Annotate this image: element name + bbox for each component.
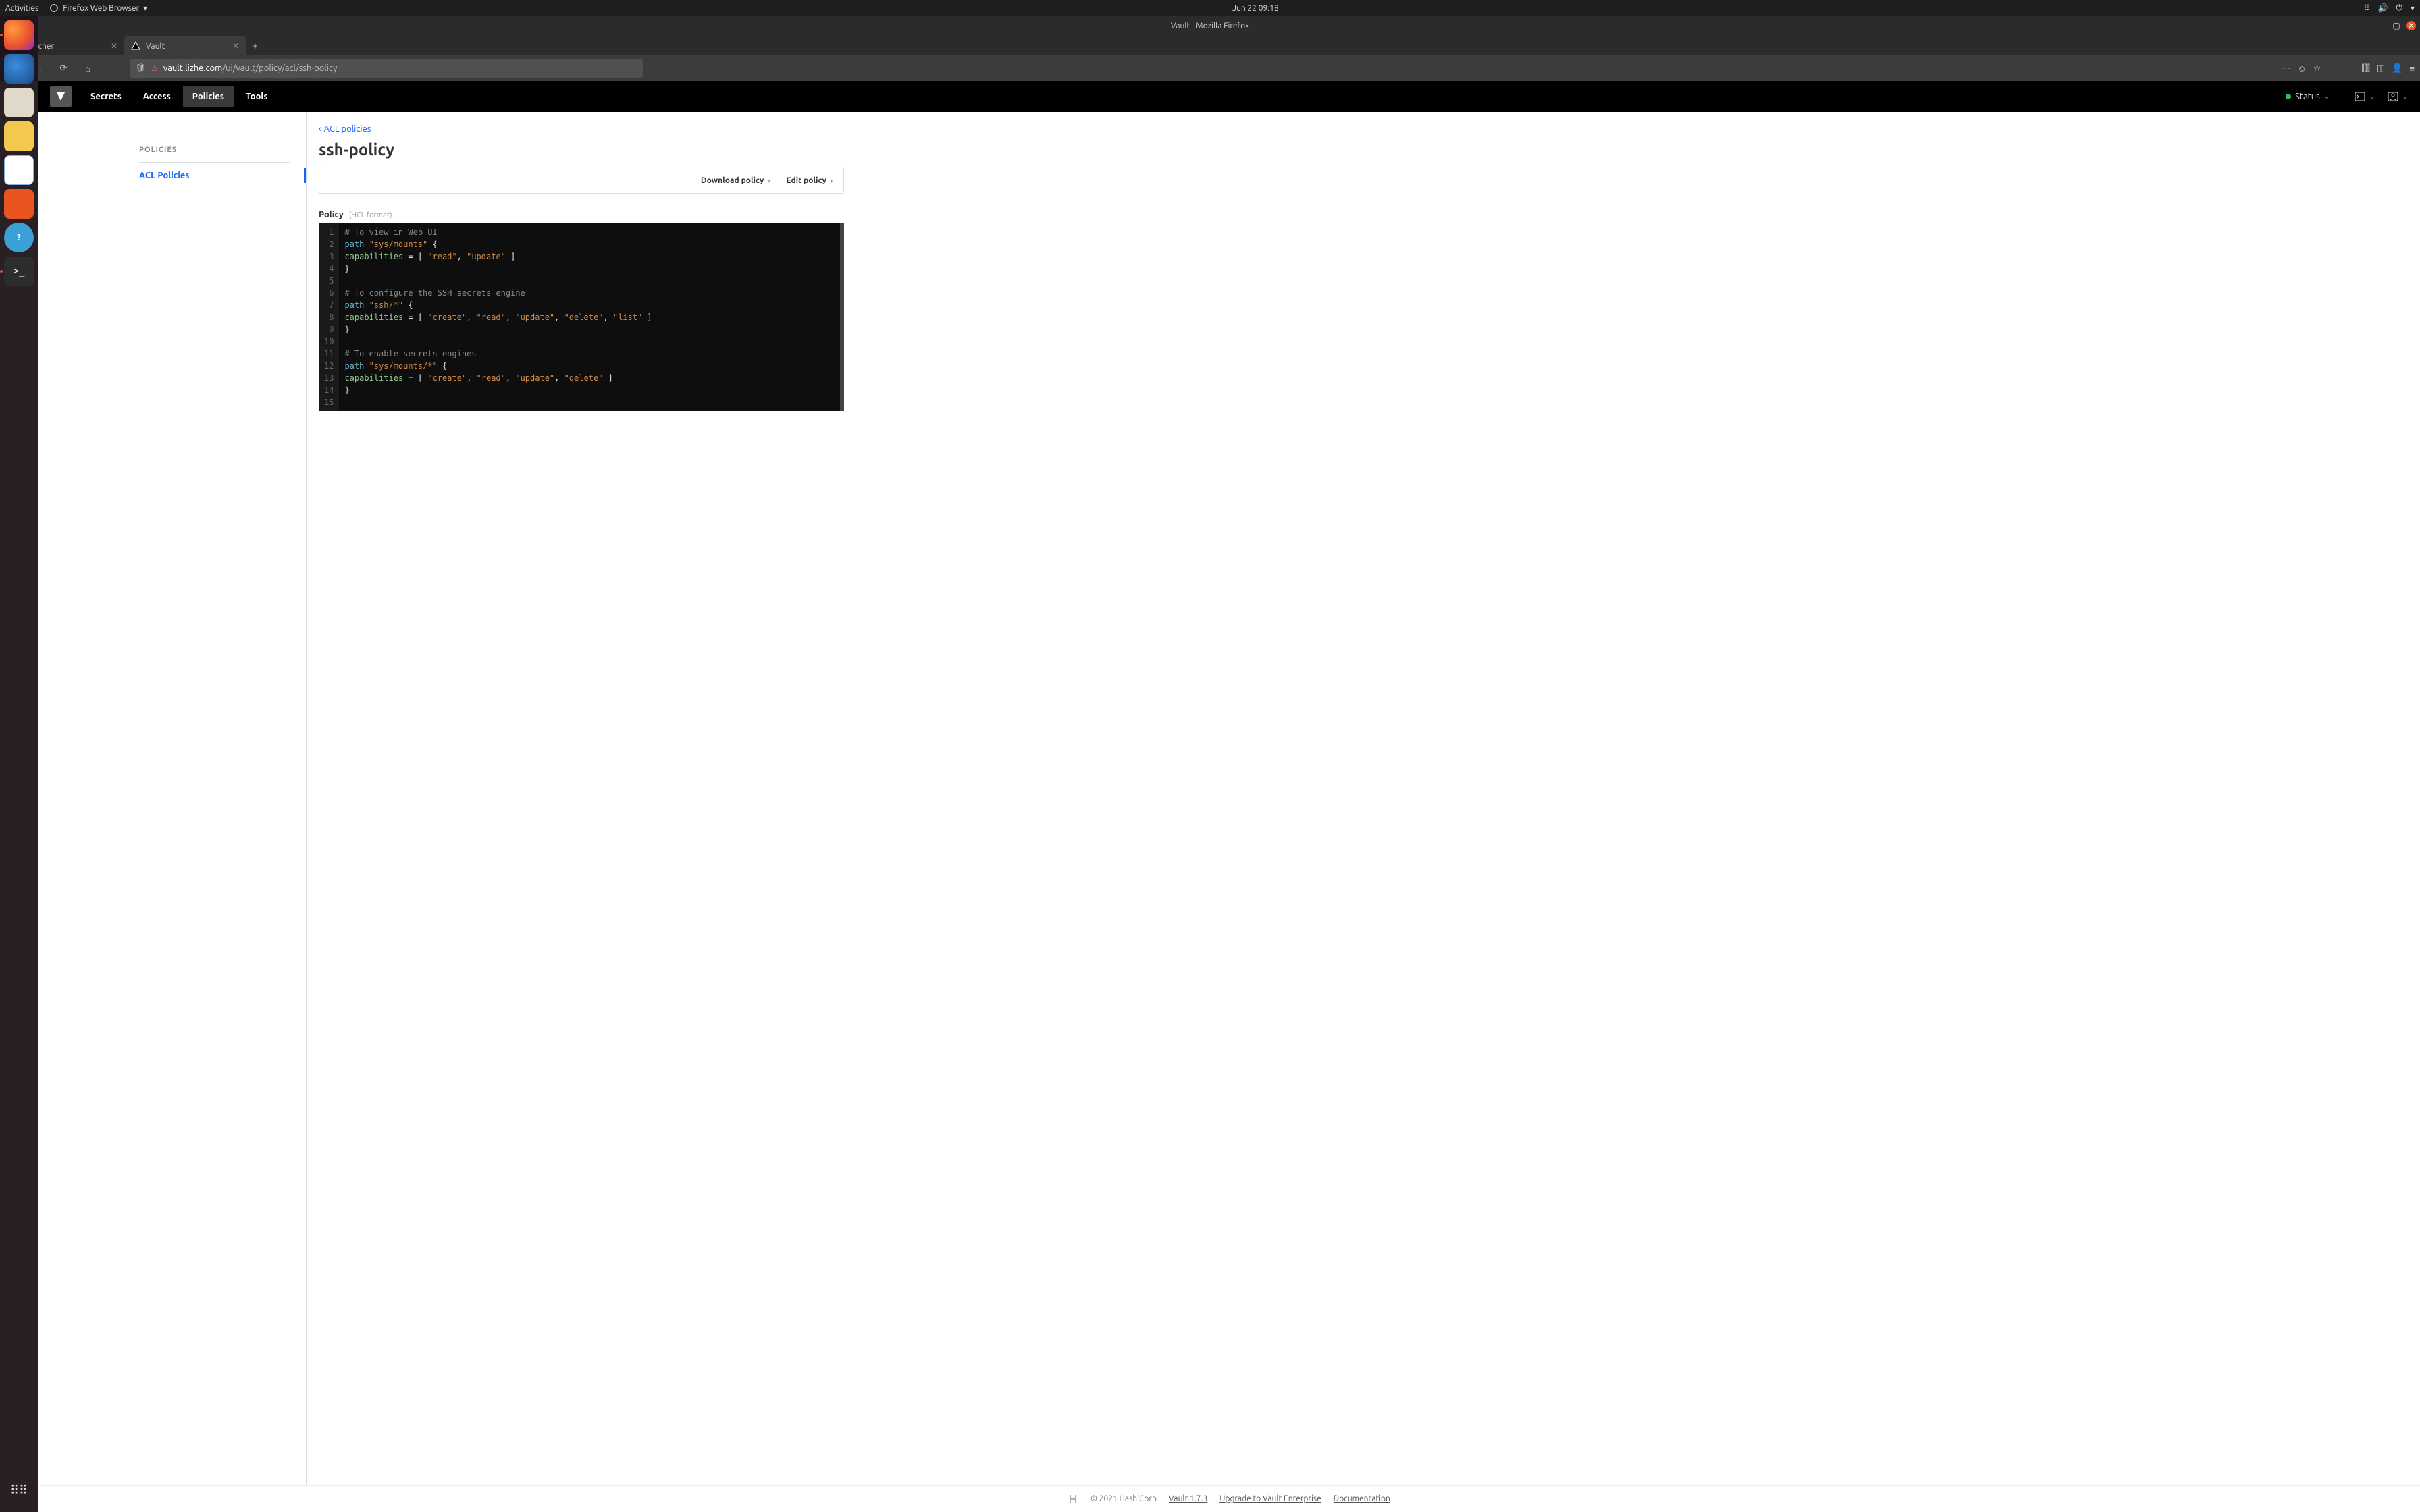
sidebar-title: POLICIES [139, 146, 290, 163]
footer: © 2021 HashiCorp Vault 1.7.3 Upgrade to … [38, 1485, 2420, 1512]
home-button[interactable]: ⌂ [78, 59, 97, 78]
nav-tools[interactable]: Tools [236, 86, 278, 107]
docs-link[interactable]: Documentation [1334, 1494, 1390, 1503]
url-bar[interactable]: 🛡 ⚠ vault.lizhe.com/ui/vault/policy/acl/… [130, 59, 643, 78]
vault-icon [131, 41, 140, 51]
firefox-titlebar: Vault - Mozilla Firefox — ▢ ✕ [0, 16, 2420, 35]
reader-icon[interactable]: ☺ [2298, 63, 2307, 74]
status-label: Status [2295, 92, 2320, 101]
content: ‹ ACL policies ssh-policy Download polic… [307, 112, 2420, 1485]
tab-vault[interactable]: Vault ✕ [124, 36, 246, 55]
new-tab-button[interactable]: + [246, 36, 265, 55]
status-dot-icon [2286, 94, 2291, 99]
terminal-icon [2355, 92, 2365, 101]
chevron-down-icon[interactable]: ▾ [2411, 3, 2415, 13]
security-icon[interactable]: ⚠ [151, 64, 158, 73]
library-icon[interactable]: ⫿⫿⫿ [2361, 63, 2369, 74]
tab-strip: Rancher ✕ Vault ✕ + [0, 35, 2420, 55]
status-dropdown[interactable]: Status ⌄ [2286, 92, 2330, 101]
reload-button[interactable]: ⟳ [54, 59, 73, 78]
dock-files[interactable] [4, 88, 34, 117]
dock-writer[interactable] [4, 155, 34, 185]
copyright: © 2021 HashiCorp [1090, 1494, 1157, 1503]
maximize-button[interactable]: ▢ [2392, 21, 2401, 30]
url-path: /ui/vault/policy/acl/ssh-policy [222, 63, 337, 73]
dock-terminal[interactable]: >_ [4, 256, 34, 286]
activities-button[interactable]: Activities [5, 4, 38, 13]
window-title: Vault - Mozilla Firefox [1171, 22, 1249, 30]
policy-label: Policy (HCL format) [319, 210, 2404, 219]
volume-icon[interactable]: 🔊 [2378, 3, 2388, 13]
menu-icon[interactable]: ≡ [2409, 63, 2415, 74]
sidebar-icon[interactable]: ◫ [2377, 63, 2385, 74]
more-icon[interactable]: ⋯ [2282, 63, 2291, 74]
user-dropdown[interactable]: ⌄ [2388, 92, 2408, 101]
policy-label-text: Policy [319, 210, 344, 219]
breadcrumb-label: ACL policies [324, 124, 371, 134]
chevron-down-icon: ⌄ [2324, 92, 2330, 101]
close-button[interactable]: ✕ [2406, 21, 2416, 30]
browser-toolbar: ← → ⟳ ⌂ 🛡 ⚠ vault.lizhe.com/ui/vault/pol… [0, 55, 2420, 81]
gnome-top-bar: Activities Firefox Web Browser ▾ Jun 22 … [0, 0, 2420, 16]
dock-help[interactable]: ? [4, 223, 34, 252]
dock-apps-grid[interactable]: ⠿⠿ [4, 1476, 34, 1505]
minimize-button[interactable]: — [2377, 21, 2386, 30]
vault-body: POLICIES ACL Policies ‹ ACL policies ssh… [38, 112, 2420, 1485]
firefox-window: Vault - Mozilla Firefox — ▢ ✕ Rancher ✕ … [0, 16, 2420, 81]
close-tab-icon[interactable]: ✕ [111, 41, 117, 51]
tab-label: Vault [146, 42, 165, 51]
bookmark-icon[interactable]: ☆ [2313, 63, 2321, 74]
chevron-right-icon: › [831, 177, 833, 184]
page-title: ssh-policy [319, 140, 2404, 159]
code-gutter: 123456789101112131415 [319, 223, 339, 411]
page-content: Secrets Access Policies Tools Status ⌄ ⌄… [38, 81, 2420, 1512]
action-bar: Download policy › Edit policy › [319, 167, 844, 194]
edit-label: Edit policy [787, 176, 826, 185]
shield-icon[interactable]: 🛡 [135, 63, 146, 74]
dock-software[interactable] [4, 189, 34, 219]
breadcrumb[interactable]: ‹ ACL policies [319, 124, 2404, 134]
code-editor[interactable]: 123456789101112131415 # To view in Web U… [319, 223, 844, 411]
version-link[interactable]: Vault 1.7.3 [1169, 1494, 1207, 1503]
app-menu-label: Firefox Web Browser [63, 4, 139, 13]
account-icon[interactable]: 👤 [2392, 63, 2402, 74]
user-icon [2388, 92, 2398, 101]
power-icon[interactable]: ⏻ [2396, 3, 2402, 13]
hashicorp-icon [1068, 1494, 1078, 1505]
dock: ? >_ ⠿⠿ [0, 16, 38, 1512]
vault-logo-icon [55, 91, 66, 102]
download-policy-button[interactable]: Download policy › [701, 176, 770, 185]
clock[interactable]: Jun 22 09:18 [147, 4, 2364, 13]
vault-header: Secrets Access Policies Tools Status ⌄ ⌄… [38, 81, 2420, 112]
download-label: Download policy [701, 176, 764, 185]
nav-secrets[interactable]: Secrets [81, 86, 131, 107]
sidebar-item-acl-policies[interactable]: ACL Policies [139, 163, 290, 188]
url-domain: vault.lizhe.com [163, 63, 222, 73]
nav-access[interactable]: Access [134, 86, 180, 107]
chevron-right-icon: › [768, 177, 770, 184]
chevron-down-icon: ⌄ [2369, 92, 2375, 101]
app-menu[interactable]: Firefox Web Browser ▾ [49, 3, 147, 13]
code-lines: # To view in Web UIpath "sys/mounts" { c… [339, 223, 844, 411]
close-tab-icon[interactable]: ✕ [232, 41, 239, 51]
dock-thunderbird[interactable] [4, 54, 34, 84]
upgrade-link[interactable]: Upgrade to Vault Enterprise [1219, 1494, 1321, 1503]
dock-firefox[interactable] [4, 20, 34, 50]
edit-policy-button[interactable]: Edit policy › [787, 176, 833, 185]
chevron-left-icon: ‹ [319, 124, 321, 134]
nav-policies[interactable]: Policies [183, 86, 234, 107]
chevron-down-icon: ⌄ [2402, 92, 2408, 101]
console-dropdown[interactable]: ⌄ [2355, 92, 2375, 101]
hcl-format-label: (HCL format) [349, 211, 392, 219]
dock-rhythmbox[interactable] [4, 122, 34, 151]
firefox-icon [49, 3, 59, 13]
vault-logo[interactable] [50, 86, 72, 107]
network-icon[interactable]: ⠿ [2364, 3, 2370, 13]
sidebar: POLICIES ACL Policies [38, 112, 307, 1485]
